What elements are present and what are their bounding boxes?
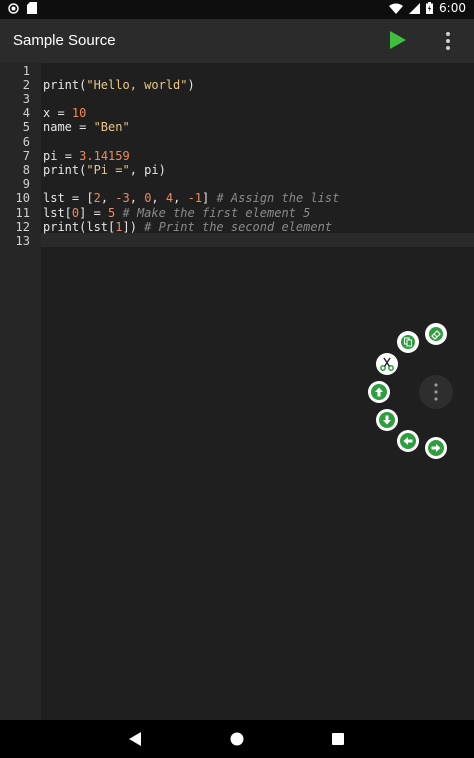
arrow-up-icon	[371, 384, 387, 400]
line-number: 9	[22, 177, 30, 192]
arrow-left-icon	[400, 433, 416, 449]
code-token: "Hello, world"	[86, 77, 188, 92]
paste-icon	[401, 335, 415, 349]
line-number: 3	[22, 91, 30, 106]
code-line[interactable]: print(lst[1]) # Print the second element	[43, 220, 332, 234]
move-down-tool-button[interactable]	[376, 409, 398, 431]
clock: 6:00	[439, 1, 466, 15]
app-bar: Sample Source	[0, 19, 474, 63]
line-number: 8	[22, 162, 30, 177]
code-token: # Assign the list	[216, 191, 340, 206]
play-icon	[390, 31, 406, 49]
code-line[interactable]: lst[0] = 5 # Make the first element 5	[43, 206, 310, 220]
code-token: print(	[43, 77, 87, 92]
code-token: -3	[115, 191, 130, 206]
code-token: , pi)	[129, 162, 166, 177]
code-line[interactable]: pi = 3.14159	[43, 149, 130, 163]
notification-circle-icon	[8, 2, 19, 14]
line-number: 1	[22, 63, 30, 78]
wifi-icon	[389, 3, 404, 14]
code-token: ]	[202, 191, 217, 206]
move-up-tool-button[interactable]	[368, 381, 390, 403]
vertical-dots-icon	[434, 383, 438, 401]
code-token: # Make the first element 5	[122, 205, 311, 220]
signal-icon	[409, 2, 421, 14]
line-number: 12	[15, 219, 30, 234]
vertical-dots-icon	[446, 32, 450, 50]
code-token: name	[43, 120, 80, 135]
code-token: pi	[43, 148, 65, 163]
code-token: 3.14159	[79, 148, 130, 163]
code-token: lst[	[43, 205, 72, 220]
code-token: 10	[71, 106, 87, 121]
code-token: x	[43, 106, 58, 121]
home-button[interactable]	[230, 732, 244, 746]
line-number: 5	[22, 120, 30, 135]
code-token: ]	[79, 205, 94, 220]
code-token: 2	[93, 191, 101, 206]
line-number: 11	[15, 205, 30, 220]
arrow-down-icon	[379, 412, 395, 428]
code-token: print(lst[	[43, 219, 116, 234]
code-token: -1	[187, 191, 203, 206]
code-token: =	[71, 191, 87, 206]
code-token: ,	[151, 191, 166, 206]
scissors-icon	[380, 357, 394, 371]
home-circle-icon	[230, 732, 244, 746]
recents-button[interactable]	[332, 733, 344, 745]
code-token: =	[79, 120, 94, 135]
code-token: "Ben"	[93, 120, 130, 135]
line-number: 10	[15, 191, 30, 206]
code-token: 5	[108, 205, 123, 220]
code-token: )	[187, 77, 195, 92]
page-title: Sample Source	[13, 32, 116, 49]
code-token: [	[86, 191, 94, 206]
eraser-icon	[429, 327, 443, 341]
code-token: ])	[122, 219, 145, 234]
code-token: ,	[173, 191, 188, 206]
system-navigation-bar	[0, 720, 474, 758]
code-token: "Pi ="	[86, 162, 130, 177]
code-token: =	[57, 106, 72, 121]
code-token: lst	[43, 191, 72, 206]
run-button[interactable]	[389, 31, 407, 49]
battery-icon	[426, 2, 434, 14]
code-token: =	[64, 148, 80, 163]
code-token: ,	[100, 191, 116, 206]
back-triangle-icon	[129, 732, 141, 746]
code-line[interactable]: name = "Ben"	[43, 120, 130, 134]
paste-tool-button[interactable]	[397, 331, 419, 353]
line-number: 13	[15, 233, 30, 248]
arrow-right-icon	[428, 440, 444, 456]
code-line[interactable]: x = 10	[43, 106, 86, 120]
code-token: =	[93, 205, 109, 220]
line-number: 2	[22, 77, 30, 92]
more-tool-button[interactable]	[419, 375, 453, 409]
line-number: 6	[22, 134, 30, 149]
recents-square-icon	[332, 733, 344, 745]
code-token: # Print the second element	[144, 219, 333, 234]
line-number: 7	[22, 148, 30, 163]
code-line[interactable]: print("Hello, world")	[43, 78, 195, 92]
line-number: 4	[22, 106, 30, 121]
code-line[interactable]: lst = [2, -3, 0, 4, -1] # Assign the lis…	[43, 191, 339, 205]
status-bar: 6:00	[0, 0, 474, 19]
current-line-highlight	[41, 233, 474, 248]
code-token: ,	[129, 191, 145, 206]
code-token: print(	[43, 162, 87, 177]
cut-tool-button[interactable]	[376, 353, 398, 375]
move-left-tool-button[interactable]	[397, 430, 419, 452]
sd-card-icon	[27, 2, 37, 14]
back-button[interactable]	[128, 732, 142, 746]
clear-tool-button[interactable]	[425, 323, 447, 345]
code-line[interactable]: print("Pi =", pi)	[43, 163, 166, 177]
overflow-menu-button[interactable]	[440, 31, 456, 51]
move-right-tool-button[interactable]	[425, 437, 447, 459]
